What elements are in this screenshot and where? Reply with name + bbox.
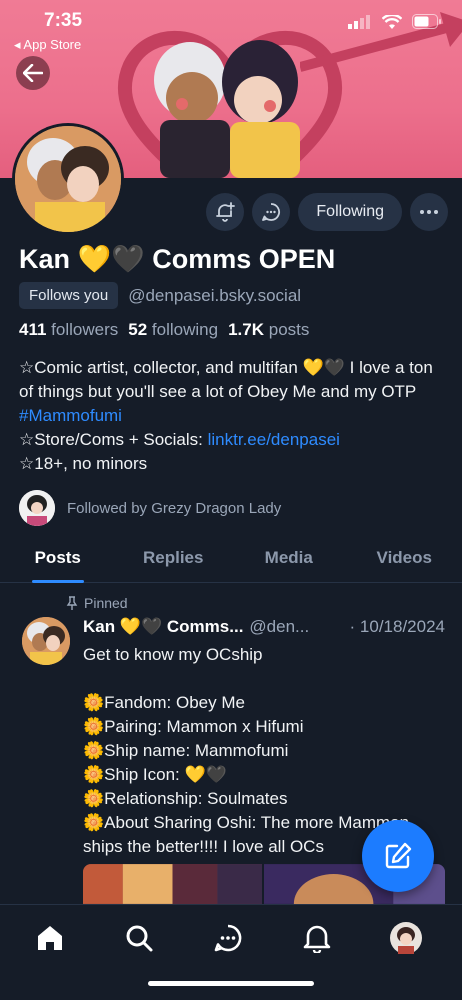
wifi-icon bbox=[382, 14, 402, 29]
post-line: 🌼Pairing: Mammon x Hifumi bbox=[83, 717, 304, 736]
posts-count: 1.7K bbox=[228, 320, 264, 339]
arrow-left-icon bbox=[23, 64, 43, 82]
profile-stats: 411 followers 52 following 1.7K posts bbox=[19, 320, 309, 340]
pin-icon bbox=[66, 596, 78, 610]
bio-text-2: ☆Store/Coms + Socials: bbox=[19, 430, 208, 449]
post-author-handle[interactable]: @den... bbox=[249, 617, 341, 637]
compose-pencil-icon bbox=[385, 842, 412, 869]
battery-icon bbox=[412, 14, 441, 29]
post-line: Get to know my OCship bbox=[83, 645, 263, 664]
search-icon bbox=[126, 925, 153, 952]
status-bar: 7:35 ◂ App Store bbox=[0, 0, 462, 52]
profile-actions: Following bbox=[206, 193, 448, 231]
tab-videos[interactable]: Videos bbox=[347, 535, 462, 582]
post-line: 🌼Ship name: Mammofumi bbox=[83, 741, 289, 760]
post-line: 🌼Relationship: Soulmates bbox=[83, 789, 288, 808]
ellipsis-icon bbox=[420, 210, 438, 214]
follows-you-badge: Follows you bbox=[19, 282, 119, 309]
follower-avatar bbox=[19, 490, 55, 526]
bell-icon bbox=[303, 925, 331, 953]
following-stat[interactable]: 52 following bbox=[128, 320, 218, 340]
profile-display-name: Kan 💛🖤 Comms OPEN bbox=[19, 244, 336, 274]
nav-chat[interactable] bbox=[211, 921, 245, 955]
nav-notifications[interactable] bbox=[300, 921, 334, 955]
tab-posts[interactable]: Posts bbox=[0, 535, 116, 582]
followed-by-text: Followed by Grezy Dragon Lady bbox=[67, 499, 282, 517]
back-button[interactable] bbox=[16, 56, 50, 90]
profile-avatar-icon bbox=[390, 922, 422, 954]
profile-bio: ☆Comic artist, collector, and multifan 💛… bbox=[19, 356, 449, 476]
chat-bubble-icon bbox=[262, 203, 281, 221]
post-line: 🌼Fandom: Obey Me bbox=[83, 693, 245, 712]
bio-text-1: ☆Comic artist, collector, and multifan 💛… bbox=[19, 358, 433, 401]
followers-stat[interactable]: 411 followers bbox=[19, 320, 118, 340]
pinned-indicator: Pinned bbox=[66, 595, 128, 611]
compose-post-button[interactable] bbox=[362, 820, 434, 892]
avatar-artwork bbox=[15, 126, 121, 232]
tab-media[interactable]: Media bbox=[231, 535, 347, 582]
message-button[interactable] bbox=[252, 193, 291, 231]
post-line bbox=[83, 667, 448, 691]
subscribe-notifications-button[interactable] bbox=[206, 193, 245, 231]
more-options-button[interactable] bbox=[410, 193, 448, 231]
profile-avatar[interactable] bbox=[12, 123, 124, 235]
bio-hashtag-link[interactable]: #Mammofumi bbox=[19, 406, 122, 425]
status-time: 7:35 bbox=[44, 10, 83, 31]
post-line: 🌼Ship Icon: 💛🖤 bbox=[83, 765, 227, 784]
nav-search[interactable] bbox=[122, 921, 156, 955]
nav-profile[interactable] bbox=[389, 921, 423, 955]
profile-tabs: Posts Replies Media Videos bbox=[0, 535, 462, 583]
followers-count: 411 bbox=[19, 320, 47, 339]
post-date[interactable]: · 10/18/2024 bbox=[350, 617, 445, 637]
bio-text-3: ☆18+, no minors bbox=[19, 454, 148, 473]
banner-artwork bbox=[154, 40, 300, 178]
tab-replies[interactable]: Replies bbox=[116, 535, 232, 582]
cellular-signal-icon bbox=[348, 14, 370, 29]
post-header: Kan 💛🖤 Comms... @den... · 10/18/2024 bbox=[83, 617, 445, 637]
following-button[interactable]: Following bbox=[298, 193, 402, 231]
posts-stat: 1.7K posts bbox=[228, 320, 309, 340]
following-count: 52 bbox=[128, 320, 148, 339]
post-avatar-artwork bbox=[22, 617, 70, 665]
bell-plus-icon bbox=[216, 202, 236, 222]
followed-by-row[interactable]: Followed by Grezy Dragon Lady bbox=[19, 490, 281, 526]
post-author-avatar[interactable] bbox=[22, 617, 70, 665]
follower-avatar-artwork bbox=[19, 490, 55, 526]
chat-icon bbox=[214, 924, 242, 952]
bio-linktree-link[interactable]: linktr.ee/denpasei bbox=[208, 430, 340, 449]
back-to-app-store-link[interactable]: ◂ App Store bbox=[14, 37, 81, 53]
post-image-1[interactable] bbox=[83, 864, 262, 904]
profile-handle: @denpasei.bsky.social bbox=[128, 285, 302, 305]
home-icon bbox=[38, 926, 62, 950]
followers-label: followers bbox=[51, 320, 119, 339]
post-author-name[interactable]: Kan 💛🖤 Comms... bbox=[83, 617, 243, 637]
pinned-label: Pinned bbox=[84, 595, 128, 611]
following-label: following bbox=[151, 320, 219, 339]
home-indicator bbox=[148, 981, 314, 986]
nav-home[interactable] bbox=[33, 921, 67, 955]
posts-label: posts bbox=[268, 320, 310, 339]
follows-row: Follows you @denpasei.bsky.social bbox=[19, 282, 301, 309]
